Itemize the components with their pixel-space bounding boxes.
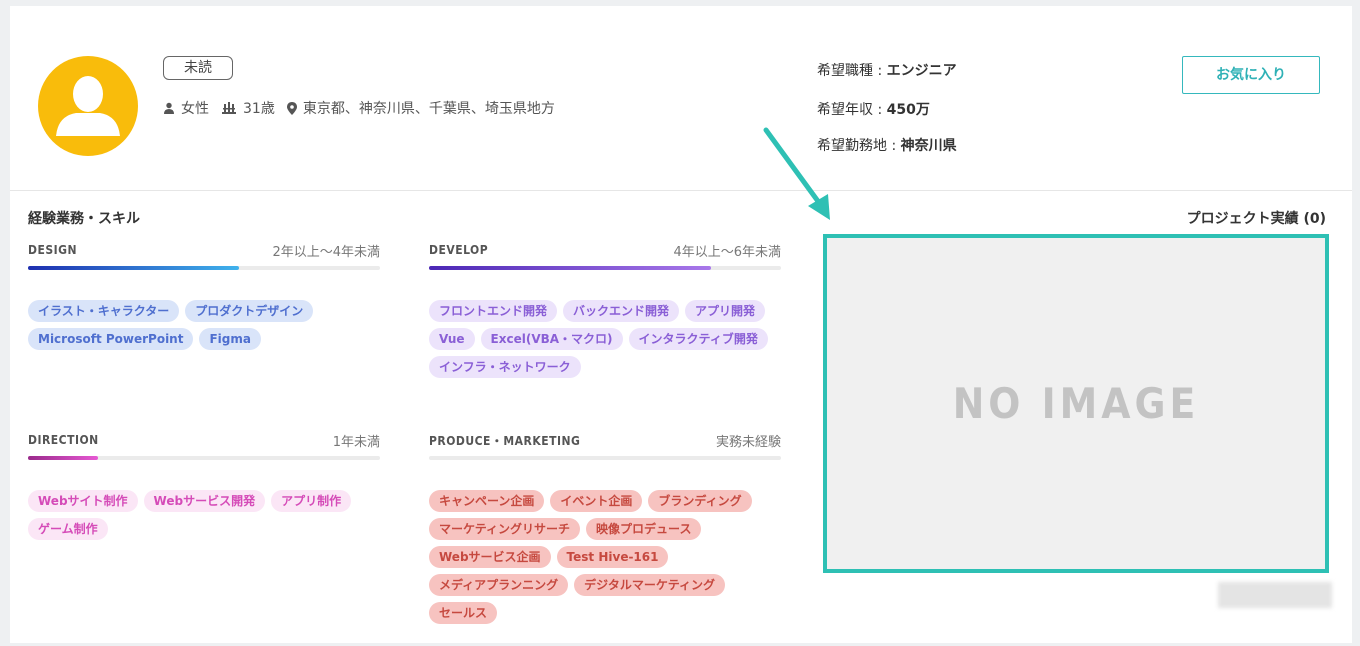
locations-text: 東京都、神奈川県、千葉県、埼玉県地方 xyxy=(302,101,555,117)
desired-salary-label: 希望年収 : xyxy=(817,102,887,118)
skill-years: 4年以上〜6年未満 xyxy=(673,244,781,260)
person-icon xyxy=(56,76,120,136)
project-image-placeholder[interactable]: NO IMAGE xyxy=(823,234,1329,573)
arrow-icon xyxy=(763,127,830,220)
skill-years: 実務未経験 xyxy=(715,434,781,450)
desired-salary-value: 450万 xyxy=(886,102,930,118)
skill-bar-fill xyxy=(429,266,711,270)
skill-years: 2年以上〜4年未満 xyxy=(272,244,380,260)
candidate-meta: 女性 31歳 東京都、神奈川県、千葉県、埼玉県地方 xyxy=(163,98,567,118)
skill-tag: Figma xyxy=(199,328,261,350)
skill-block-design: DESIGN 2年以上〜4年未満 イラスト・キャラクター プロダクトデザイン Mic… xyxy=(28,240,380,350)
skill-bar xyxy=(429,456,781,460)
skill-tag: インフラ・ネットワーク xyxy=(429,356,581,378)
favorite-button[interactable]: お気に入り xyxy=(1182,56,1320,94)
skill-tag: アプリ制作 xyxy=(271,490,352,512)
skill-tag: キャンペーン企画 xyxy=(429,490,545,512)
skill-tag: メディアプランニング xyxy=(429,574,569,596)
skill-block-develop: DEVELOP 4年以上〜6年未満 フロントエンド開発 バックエンド開発 アプリ開発… xyxy=(429,240,781,378)
skill-tag: Excel(VBA・マクロ) xyxy=(480,328,623,350)
skill-tag: バックエンド開発 xyxy=(563,300,680,322)
desired-job: 希望職種 : エンジニア xyxy=(817,60,957,80)
desired-job-label: 希望職種 : xyxy=(817,63,887,79)
skill-bar xyxy=(429,266,781,270)
skill-name: DESIGN xyxy=(28,243,78,257)
age-icon xyxy=(221,102,237,114)
skill-tag: 映像プロデュース xyxy=(586,518,702,540)
desired-job-value: エンジニア xyxy=(886,63,957,79)
skill-tag: マーケティングリサーチ xyxy=(429,518,581,540)
skill-name: PRODUCE・MARKETING xyxy=(429,433,581,448)
skill-tag: ブランディング xyxy=(648,490,752,512)
skill-block-direction: DIRECTION 1年未満 Webサイト制作 Webサービス開発 アプリ制作ゲーム… xyxy=(28,430,380,540)
skill-tags: Webサイト制作 Webサービス開発 アプリ制作ゲーム制作 xyxy=(28,490,388,540)
desired-location-value: 神奈川県 xyxy=(900,138,957,154)
skill-tag: Webサイト制作 xyxy=(28,490,138,512)
project-title: プロジェクト実績 (0) xyxy=(1186,211,1326,227)
skill-bar-fill xyxy=(28,266,240,270)
blurred-element xyxy=(1218,582,1332,608)
avatar xyxy=(38,56,138,156)
skill-tag: セールス xyxy=(429,602,498,624)
skill-tag: イラスト・キャラクター xyxy=(28,300,180,322)
skill-block-marketing: PRODUCE・MARKETING 実務未経験 キャンペーン企画 イベント企画 ブラ… xyxy=(429,430,781,624)
age-text: 31歳 xyxy=(243,101,275,117)
skill-tag: Vue xyxy=(429,328,475,350)
skill-bar xyxy=(28,456,380,460)
skill-tags: イラスト・キャラクター プロダクトデザイン Microsoft PowerPoint… xyxy=(28,300,388,350)
skill-tag: Webサービス開発 xyxy=(143,490,266,512)
skill-years: 1年未満 xyxy=(332,434,380,450)
skill-tag: Test Hive-161 xyxy=(556,546,669,568)
candidate-card: 未読 女性 31歳 東京都、神奈川県、千葉県、埼玉県地方 希望職種 : エンジニ… xyxy=(10,6,1352,643)
gender-text: 女性 xyxy=(181,101,209,117)
location-pin-icon xyxy=(286,101,297,115)
skill-tag: デジタルマーケティング xyxy=(574,574,725,596)
skill-bar xyxy=(28,266,380,270)
skill-name: DEVELOP xyxy=(429,243,489,257)
skill-tag: Webサービス企画 xyxy=(429,546,551,568)
status-badge: 未読 xyxy=(163,56,233,80)
skills-section-title: 経験業務・スキル xyxy=(28,211,140,227)
skill-tag: イベント企画 xyxy=(550,490,643,512)
skill-tags: フロントエンド開発 バックエンド開発 アプリ開発 Vue Excel(VBA・マクロ) イ… xyxy=(429,300,789,378)
skill-tag: プロダクトデザイン xyxy=(185,300,314,322)
skill-tag: Microsoft PowerPoint xyxy=(28,328,194,350)
skill-tag: フロントエンド開発 xyxy=(429,300,558,322)
skill-name: DIRECTION xyxy=(28,433,99,447)
skill-tag: インタラクティブ開発 xyxy=(628,328,768,350)
skill-tag: アプリ開発 xyxy=(685,300,766,322)
user-icon xyxy=(163,102,175,114)
no-image-text: NO IMAGE xyxy=(952,379,1200,428)
skill-tags: キャンペーン企画 イベント企画 ブランディングマーケティングリサーチ 映像プロデュース… xyxy=(429,490,789,624)
desired-salary: 希望年収 : 450万 xyxy=(817,99,930,119)
skill-bar-fill xyxy=(28,456,99,460)
divider xyxy=(10,190,1352,191)
skill-tag: ゲーム制作 xyxy=(28,518,108,540)
